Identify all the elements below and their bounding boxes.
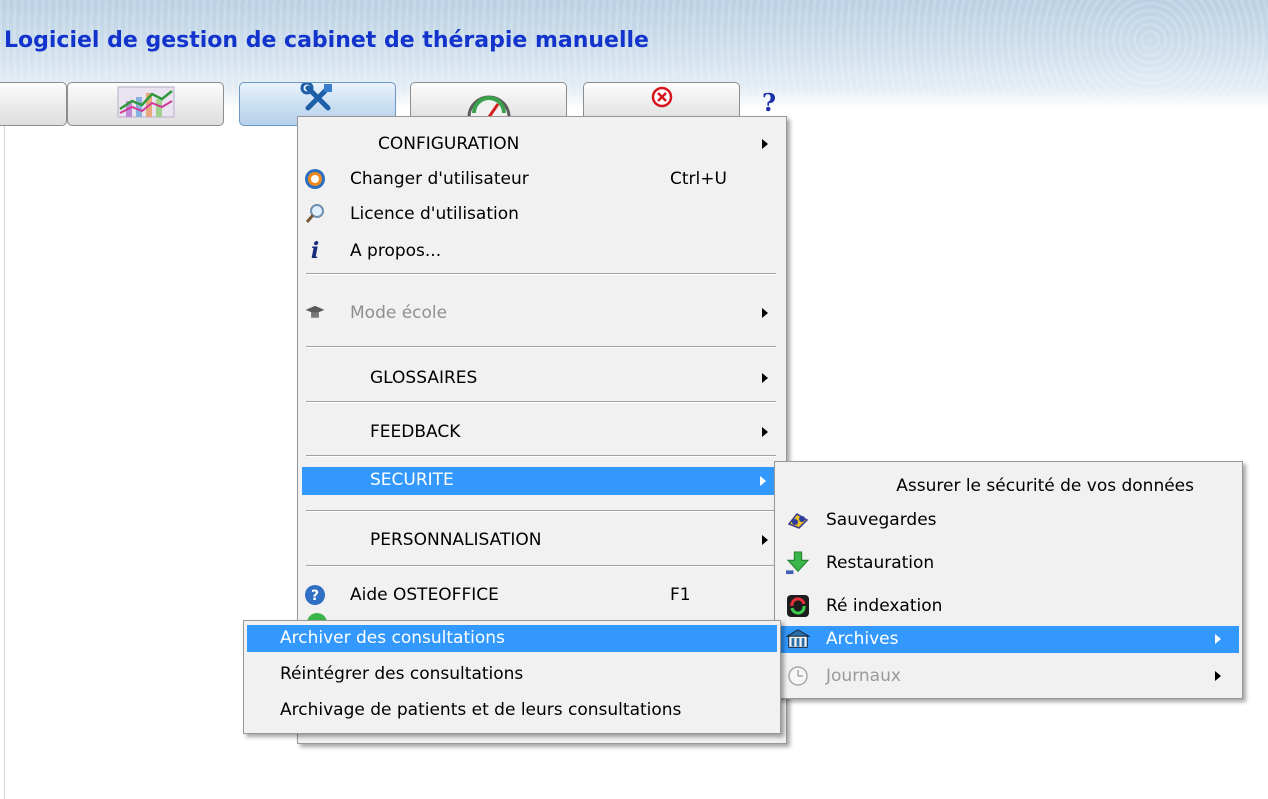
- archives-item-archiver[interactable]: Archiver des consultations: [247, 625, 777, 652]
- menu-item-apropos[interactable]: i A propos...: [302, 238, 778, 264]
- menu-item-changer-utilisateur[interactable]: Changer d'utilisateur Ctrl+U: [302, 166, 778, 192]
- menu-label: GLOSSAIRES: [370, 368, 478, 388]
- submenu-item-sauvegardes[interactable]: Sauvegardes: [778, 507, 1239, 534]
- submenu-item-restauration[interactable]: Restauration: [778, 550, 1239, 577]
- user-switch-icon: [304, 168, 326, 190]
- menu-label: SECURITE: [370, 470, 454, 490]
- help-button[interactable]: ?: [762, 88, 776, 117]
- archives-item-archivage-patients[interactable]: Archivage de patients et de leurs consul…: [247, 697, 777, 724]
- submenu-header: Assurer le sécurité de vos données: [896, 476, 1194, 496]
- menu-item-configuration[interactable]: CONFIGURATION: [302, 131, 778, 157]
- statistics-button[interactable]: [67, 82, 224, 126]
- menu-item-securite[interactable]: SECURITE: [302, 467, 774, 495]
- menu-separator: [306, 346, 776, 348]
- menu-separator: [306, 455, 776, 457]
- clock-icon: [786, 665, 810, 687]
- menu-shortcut: F1: [670, 585, 691, 605]
- submenu-arrow-icon: [762, 427, 768, 437]
- menu-separator: [306, 273, 776, 275]
- magnifier-icon: [304, 203, 326, 225]
- submenu-label: Archives: [826, 629, 899, 649]
- submenu-label: Réintégrer des consultations: [280, 664, 524, 684]
- help-circle-icon: ?: [304, 584, 326, 606]
- archives-item-reintegrer[interactable]: Réintégrer des consultations: [247, 661, 777, 688]
- submenu-label: Restauration: [826, 553, 935, 573]
- menu-item-feedback[interactable]: FEEDBACK: [302, 419, 778, 445]
- submenu-item-journaux[interactable]: Journaux: [778, 663, 1239, 690]
- menu-label: PERSONNALISATION: [370, 530, 542, 550]
- menu-label: Mode école: [350, 303, 448, 323]
- submenu-arrow-icon: [762, 139, 768, 149]
- menu-item-mode-ecole[interactable]: Mode école: [302, 300, 778, 326]
- menu-item-personnalisation[interactable]: PERSONNALISATION: [302, 527, 778, 553]
- submenu-label: Ré indexation: [826, 596, 943, 616]
- application-window: Logiciel de gestion de cabinet de thérap…: [0, 0, 1268, 799]
- menu-label: Licence d'utilisation: [350, 204, 519, 224]
- menu-label: A propos...: [350, 241, 442, 261]
- submenu-arrow-icon: [762, 373, 768, 383]
- submenu-label: Sauvegardes: [826, 510, 937, 530]
- svg-text:?: ?: [311, 588, 319, 604]
- backup-icon: [786, 509, 810, 531]
- close-circle-icon: [651, 86, 673, 113]
- submenu-label: Journaux: [826, 666, 901, 686]
- submenu-arrow-icon: [1215, 634, 1221, 644]
- submenu-arrow-icon: [760, 476, 766, 486]
- menu-item-licence[interactable]: Licence d'utilisation: [302, 201, 778, 227]
- menu-shortcut: Ctrl+U: [670, 169, 727, 189]
- submenu-arrow-icon: [762, 535, 768, 545]
- submenu-arrow-icon: [762, 308, 768, 318]
- submenu-item-reindexation[interactable]: Ré indexation: [778, 593, 1239, 620]
- restore-icon: [786, 551, 810, 575]
- submenu-item-archives[interactable]: Archives: [778, 626, 1239, 653]
- menu-separator: [306, 401, 776, 403]
- chart-icon: [116, 85, 176, 124]
- submenu-label: Archivage de patients et de leurs consul…: [280, 700, 682, 720]
- menu-label: Changer d'utilisateur: [350, 169, 529, 189]
- securite-submenu: Assurer le sécurité de vos données Sauve…: [774, 461, 1243, 699]
- toolbar-button-partial[interactable]: [0, 82, 67, 126]
- menu-label: FEEDBACK: [370, 422, 461, 442]
- graduation-cap-icon: [304, 302, 326, 324]
- submenu-label: Archiver des consultations: [280, 628, 505, 648]
- menu-item-glossaires[interactable]: GLOSSAIRES: [302, 365, 778, 391]
- menu-label: Aide OSTEOFFICE: [350, 585, 499, 605]
- info-icon: i: [310, 238, 320, 264]
- menu-label: CONFIGURATION: [378, 134, 520, 154]
- menu-separator: [306, 565, 776, 567]
- menu-item-aide[interactable]: ? Aide OSTEOFFICE F1: [302, 582, 778, 608]
- archives-submenu: Archiver des consultations Réintégrer de…: [243, 620, 781, 734]
- submenu-arrow-icon: [1215, 671, 1221, 681]
- tools-icon: [298, 83, 338, 119]
- app-title: Logiciel de gestion de cabinet de thérap…: [4, 28, 649, 53]
- window-left-border: [4, 110, 5, 799]
- archives-icon: [786, 628, 810, 650]
- menu-separator: [306, 510, 776, 512]
- reindex-icon: [786, 595, 810, 617]
